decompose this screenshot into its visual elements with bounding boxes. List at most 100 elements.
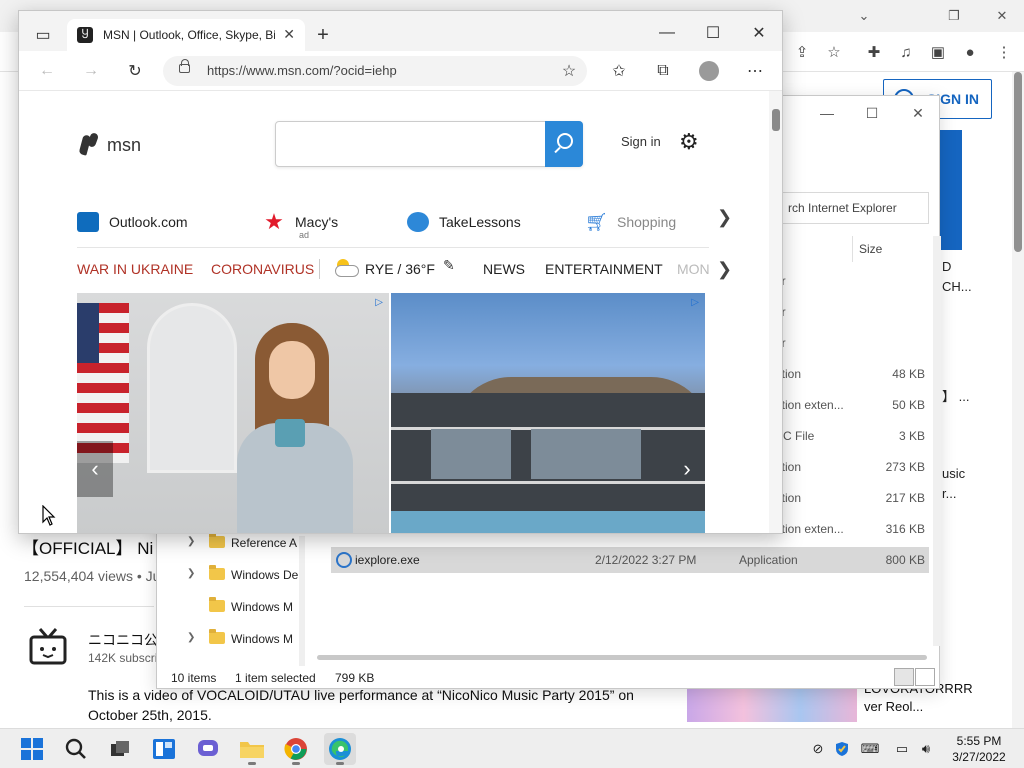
restore-icon[interactable]: ❐: [936, 4, 972, 28]
bookmark-star-icon[interactable]: ☆: [822, 40, 846, 64]
start-button[interactable]: [16, 733, 48, 765]
file-row[interactable]: ation exten... 50 KB: [767, 393, 929, 417]
forward-icon[interactable]: →: [79, 59, 103, 83]
nav-more[interactable]: MON: [677, 261, 710, 277]
file-row[interactable]: ation 48 KB: [767, 362, 929, 386]
lock-icon[interactable]: [179, 59, 190, 73]
profile-icon[interactable]: [697, 59, 721, 83]
address-bar[interactable]: https://www.msn.com/?ocid=iehp ☆: [163, 56, 587, 86]
chevron-right-icon[interactable]: ❯: [187, 536, 195, 547]
settings-more-icon[interactable]: ⋯: [743, 59, 767, 83]
back-icon[interactable]: ←: [35, 59, 59, 83]
channel-avatar[interactable]: [28, 627, 68, 667]
file-row[interactable]: er: [767, 331, 929, 355]
tab-msn[interactable]: Ⴘ MSN | Outlook, Office, Skype, Bing, Br…: [67, 19, 305, 51]
chevron-right-icon[interactable]: ❯: [717, 207, 732, 228]
file-row[interactable]: er: [767, 300, 929, 324]
extensions-icon[interactable]: ✚: [862, 40, 886, 64]
file-explorer-button[interactable]: [236, 733, 268, 765]
chevron-right-icon[interactable]: ❯: [187, 568, 195, 579]
quicklink-macys[interactable]: ★ Macy's ad: [263, 207, 338, 241]
nav-weather[interactable]: RYE / 36°F: [365, 261, 435, 277]
tree-item-windows-media-player[interactable]: ❯ Windows M: [187, 628, 307, 650]
quicklink-outlook[interactable]: Outlook.com: [77, 207, 188, 237]
close-icon[interactable]: ✕: [984, 4, 1020, 28]
page-scrollbar[interactable]: [769, 91, 782, 533]
recommendation-thumbnail[interactable]: [938, 130, 962, 250]
url-text[interactable]: https://www.msn.com/?ocid=iehp: [207, 63, 397, 78]
widgets-button[interactable]: [148, 733, 180, 765]
close-icon[interactable]: ✕: [747, 21, 771, 45]
search-input[interactable]: rch Internet Explorer: [777, 192, 929, 224]
edge-button[interactable]: [324, 733, 356, 765]
details-view-button[interactable]: [894, 668, 914, 686]
size-column-header[interactable]: Size: [859, 242, 882, 256]
keyboard-icon[interactable]: ⌨: [861, 741, 880, 757]
nav-pane-scrollbar[interactable]: [299, 536, 305, 666]
chevron-right-icon[interactable]: ❯: [717, 259, 732, 280]
side-panel-icon[interactable]: ▣: [926, 40, 950, 64]
scrollbar-thumb[interactable]: [1014, 72, 1022, 252]
nav-coronavirus[interactable]: CORONAVIRUS: [211, 261, 314, 277]
close-tab-icon[interactable]: ✕: [283, 26, 295, 43]
security-shield-icon[interactable]: [834, 741, 850, 757]
tree-item-reference-assemblies[interactable]: ❯ Reference A: [187, 532, 307, 554]
favorites-icon[interactable]: ✩: [607, 59, 631, 83]
minimize-icon[interactable]: —: [655, 21, 679, 45]
chrome-button[interactable]: [280, 733, 312, 765]
clock[interactable]: 5:55 PM 3/27/2022: [944, 733, 1014, 765]
menu-dots-icon[interactable]: ⋮: [992, 40, 1016, 64]
nav-news[interactable]: NEWS: [483, 261, 525, 277]
file-row[interactable]: ation 217 KB: [767, 486, 929, 510]
profile-icon[interactable]: ●: [958, 40, 982, 64]
maximize-icon[interactable]: ☐: [857, 102, 887, 124]
volume-icon[interactable]: 🔊︎: [918, 741, 934, 757]
file-row[interactable]: ation 273 KB: [767, 455, 929, 479]
tree-item-windows-defender[interactable]: ❯ Windows De: [187, 564, 307, 586]
search-input[interactable]: [275, 121, 583, 167]
ad-image-woman-with-mug[interactable]: ▷ ‹: [77, 293, 389, 533]
scrollbar-thumb[interactable]: [772, 109, 780, 131]
chevron-right-icon[interactable]: ❯: [187, 632, 195, 643]
search-button[interactable]: [60, 733, 92, 765]
add-favorite-icon[interactable]: ☆: [557, 59, 581, 83]
network-off-icon[interactable]: ⊘: [810, 741, 826, 757]
file-row[interactable]: ation exten... 316 KB: [767, 517, 929, 541]
refresh-icon[interactable]: ↻: [123, 59, 147, 83]
horizontal-scrollbar[interactable]: [317, 655, 927, 660]
msn-logo[interactable]: msn: [79, 133, 141, 157]
tab-actions-icon[interactable]: ▭: [31, 23, 55, 47]
quicklink-takelessons[interactable]: TakeLessons: [407, 207, 521, 237]
file-row[interactable]: er: [767, 269, 929, 293]
quicklink-shopping[interactable]: 🛒︎ Shopping: [585, 207, 676, 237]
edit-location-icon[interactable]: ✎: [443, 257, 455, 274]
page-scrollbar[interactable]: [1012, 72, 1024, 728]
large-icons-view-button[interactable]: [915, 668, 935, 686]
ad-image-modern-house[interactable]: ▷ ›: [391, 293, 705, 533]
nav-war-in-ukraine[interactable]: WAR IN UKRAINE: [77, 261, 193, 277]
task-view-button[interactable]: [104, 733, 136, 765]
file-row[interactable]: SC File 3 KB: [767, 424, 929, 448]
display-icon[interactable]: ▭: [894, 741, 910, 757]
close-icon[interactable]: ✕: [903, 102, 933, 124]
recommendation-thumbnail[interactable]: [687, 688, 857, 722]
minimize-icon[interactable]: —: [812, 102, 842, 124]
tree-item-windows-mail[interactable]: Windows M: [187, 596, 307, 618]
nav-entertainment[interactable]: ENTERTAINMENT: [545, 261, 663, 277]
search-button[interactable]: [545, 121, 583, 167]
carousel-prev-button[interactable]: ‹: [77, 441, 113, 497]
maximize-icon[interactable]: ☐: [701, 21, 725, 45]
gear-icon[interactable]: ⚙: [679, 129, 699, 155]
channel-name[interactable]: ニコニコ公: [88, 630, 158, 650]
carousel-next-button[interactable]: ›: [669, 441, 705, 497]
sign-in-link[interactable]: Sign in: [621, 134, 661, 149]
chevron-down-icon[interactable]: ⌄: [846, 4, 882, 28]
new-tab-icon[interactable]: +: [311, 23, 335, 47]
media-icon[interactable]: ♫: [894, 40, 918, 64]
adchoices-icon[interactable]: ▷: [691, 297, 699, 308]
teams-chat-button[interactable]: [192, 733, 224, 765]
vertical-scrollbar[interactable]: [933, 236, 941, 646]
selected-file-row[interactable]: iexplore.exe 2/12/2022 3:27 PM Applicati…: [331, 547, 929, 573]
share-icon[interactable]: ⇪: [790, 40, 814, 64]
adchoices-icon[interactable]: ▷: [375, 297, 383, 308]
